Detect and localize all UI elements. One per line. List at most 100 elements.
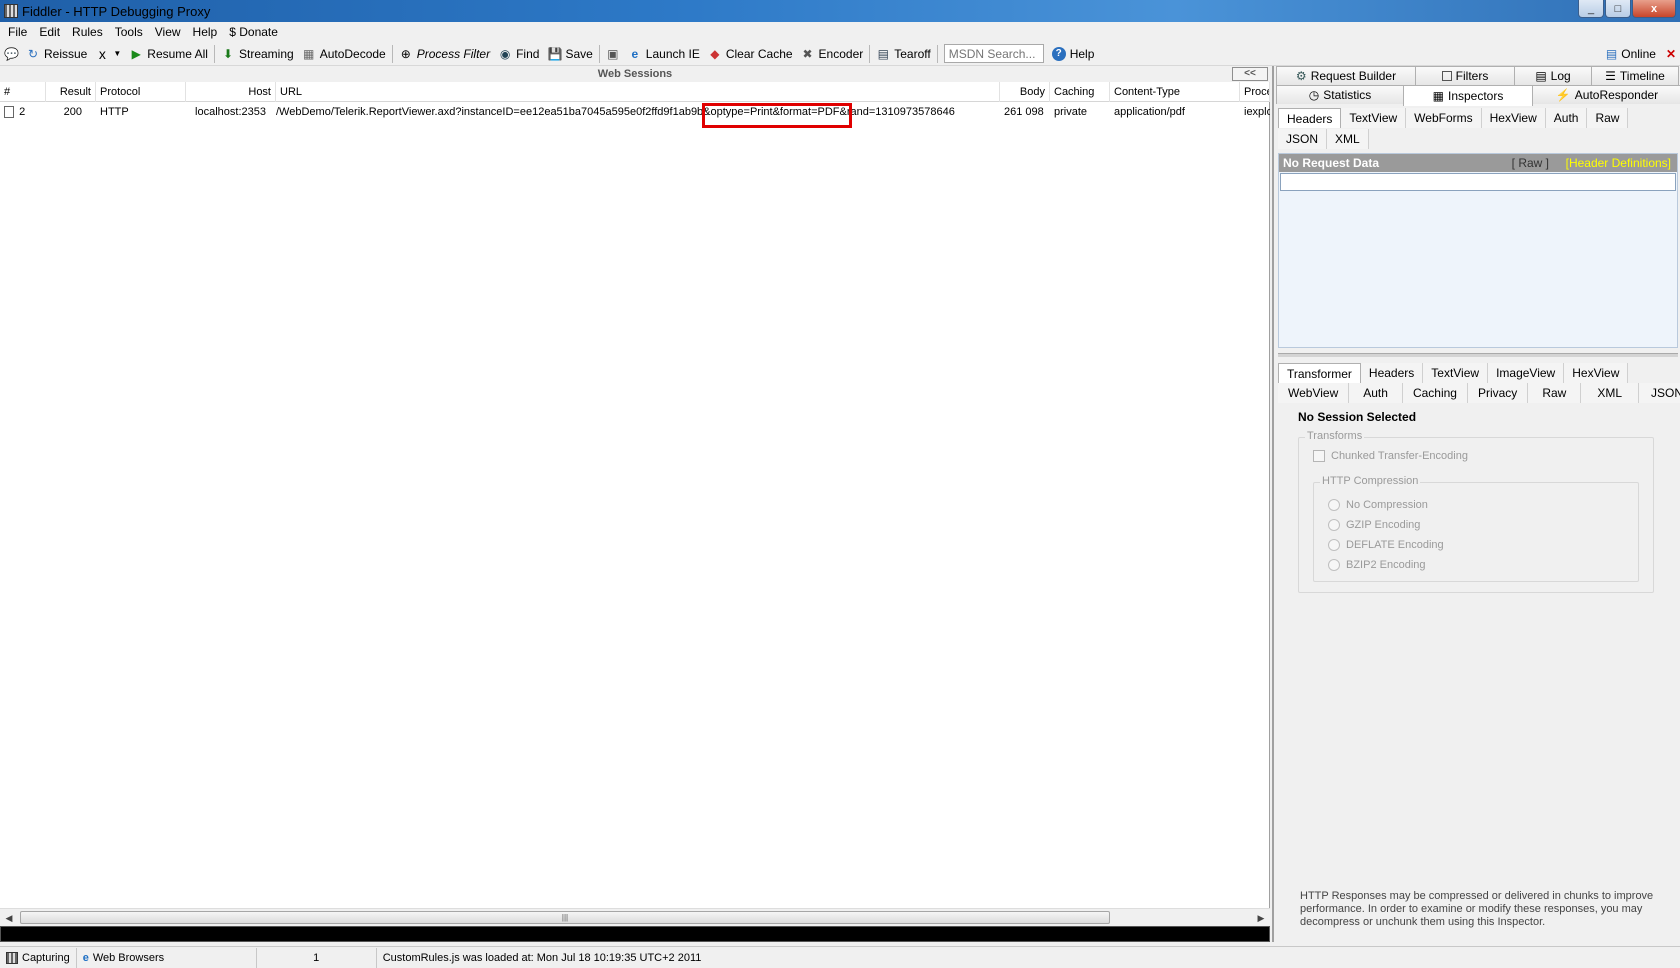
col-caching[interactable]: Caching (1050, 82, 1110, 102)
launch-ie-label: Launch IE (645, 46, 700, 61)
save-button[interactable]: 💾 Save (543, 43, 596, 65)
req-tab-raw[interactable]: Raw (1587, 108, 1629, 128)
req-tab-webforms[interactable]: WebForms (1406, 108, 1482, 128)
menu-edit[interactable]: Edit (33, 25, 66, 39)
col-url[interactable]: URL (276, 82, 1000, 102)
col-process[interactable]: Proce (1240, 82, 1270, 102)
help-button[interactable]: ? Help (1048, 43, 1099, 65)
radio-gzip[interactable]: GZIP Encoding (1328, 519, 1420, 531)
inspector-splitter[interactable] (1278, 353, 1678, 357)
quickexec-input[interactable] (0, 926, 1270, 942)
tab-timeline[interactable]: ☰ Timeline (1591, 66, 1679, 85)
maximize-button[interactable]: □ (1605, 0, 1631, 18)
resp-tab-json[interactable]: JSON (1639, 383, 1680, 403)
tab-filters[interactable]: Filters (1415, 66, 1515, 85)
encoder-button[interactable]: ✖ Encoder (797, 43, 868, 65)
resp-tab-privacy[interactable]: Privacy (1467, 383, 1529, 403)
process-filter-button[interactable]: ⊕ Process Filter (395, 43, 494, 65)
find-label: Find (516, 46, 540, 61)
menu-rules[interactable]: Rules (66, 25, 109, 39)
clear-cache-button[interactable]: ◆ Clear Cache (704, 43, 797, 65)
streaming-button[interactable]: ⬇ Streaming (217, 43, 298, 65)
req-tab-auth[interactable]: Auth (1545, 108, 1588, 128)
screenshot-button[interactable]: ▣ (602, 43, 624, 65)
scrollbar-thumb[interactable]: ||| (20, 911, 1110, 924)
req-tab-textview[interactable]: TextView (1341, 108, 1407, 128)
streaming-arrow-icon: ⬇ (222, 46, 234, 61)
col-protocol[interactable]: Protocol (96, 82, 186, 102)
response-tabs-row2: WebView Auth Caching Privacy Raw XML JSO… (1278, 383, 1680, 403)
tab-request-builder[interactable]: ⚙ Request Builder (1276, 66, 1416, 85)
resp-tab-transformer[interactable]: Transformer (1278, 363, 1361, 383)
tab-statistics[interactable]: ◷ Statistics (1276, 85, 1404, 104)
tab-log[interactable]: ▤ Log (1514, 66, 1592, 85)
remove-icon: x (98, 45, 106, 62)
crosshair-icon: ⊕ (400, 46, 411, 61)
radio-deflate[interactable]: DEFLATE Encoding (1328, 539, 1444, 551)
transforms-legend: Transforms (1305, 430, 1365, 442)
menu-view[interactable]: View (149, 25, 187, 39)
remove-button[interactable]: x ▼ (91, 43, 125, 65)
col-body[interactable]: Body (1000, 82, 1050, 102)
resp-tab-caching[interactable]: Caching (1402, 383, 1468, 403)
chunked-checkbox[interactable]: Chunked Transfer-Encoding (1313, 450, 1468, 462)
resp-tab-xml[interactable]: XML (1581, 383, 1640, 403)
eraser-icon: ◆ (710, 46, 720, 61)
close-online-icon[interactable]: ✕ (1666, 47, 1676, 61)
col-number[interactable]: # (0, 82, 46, 102)
req-tab-hexview[interactable]: HexView (1481, 108, 1546, 128)
resp-tab-raw[interactable]: Raw (1528, 383, 1582, 403)
resp-tab-imageview[interactable]: ImageView (1488, 363, 1565, 383)
web-sessions-header: Web Sessions << (0, 66, 1270, 82)
comment-button[interactable]: 💬 (0, 43, 22, 65)
resp-tab-auth[interactable]: Auth (1349, 383, 1403, 403)
resp-tab-webview[interactable]: WebView (1278, 383, 1350, 403)
radio-no-compression[interactable]: No Compression (1328, 499, 1428, 511)
menu-tools[interactable]: Tools (109, 25, 149, 39)
table-row[interactable]: 2 200 HTTP localhost:2353 /WebDemo/Teler… (0, 102, 1270, 122)
launch-ie-button[interactable]: e Launch IE (624, 43, 704, 65)
clear-cache-label: Clear Cache (725, 46, 793, 61)
close-button[interactable]: x (1632, 0, 1676, 18)
tab-autoresponder[interactable]: ⚡ AutoResponder (1532, 85, 1680, 104)
resp-tab-headers[interactable]: Headers (1360, 363, 1424, 383)
autodecode-icon: ▦ (303, 46, 315, 61)
horizontal-scrollbar[interactable]: ◀ ||| ▶ (0, 908, 1270, 926)
resp-tab-textview[interactable]: TextView (1423, 363, 1489, 383)
header-definitions-link[interactable]: [Header Definitions] (1566, 156, 1671, 170)
col-host[interactable]: Host (186, 82, 276, 102)
req-tab-headers[interactable]: Headers (1278, 108, 1342, 128)
tab-inspectors[interactable]: ▦ Inspectors (1403, 85, 1533, 106)
resume-all-button[interactable]: ▶ Resume All (125, 43, 212, 65)
capturing-indicator[interactable]: Capturing (0, 947, 77, 968)
request-tabs-row2: JSON XML (1278, 129, 1369, 149)
row-result: 200 (63, 106, 82, 118)
request-headers-input[interactable] (1280, 173, 1676, 191)
minimize-button[interactable]: _ (1578, 0, 1604, 18)
resp-tab-hexview[interactable]: HexView (1564, 363, 1629, 383)
process-filter-status[interactable]: e Web Browsers (77, 947, 257, 968)
toolbar-separator (936, 44, 938, 63)
find-button[interactable]: ◉ Find (494, 43, 543, 65)
col-content-type[interactable]: Content-Type (1110, 82, 1240, 102)
req-tab-json[interactable]: JSON (1278, 129, 1328, 149)
session-count: 1 (257, 947, 377, 968)
collapse-button[interactable]: << (1232, 67, 1268, 81)
online-status[interactable]: ▤ Online ✕ (1606, 42, 1676, 66)
scroll-left-icon[interactable]: ◀ (2, 911, 16, 925)
reissue-button[interactable]: ↻ Reissue (22, 43, 91, 65)
msdn-search-input[interactable] (943, 44, 1044, 63)
help-label: Help (1069, 46, 1095, 61)
compression-legend: HTTP Compression (1320, 475, 1421, 487)
radio-bzip2[interactable]: BZIP2 Encoding (1328, 559, 1426, 571)
autodecode-button[interactable]: ▦ AutoDecode (298, 43, 390, 65)
req-tab-xml[interactable]: XML (1327, 129, 1369, 149)
raw-link[interactable]: [ Raw ] (1512, 156, 1549, 170)
tearoff-button[interactable]: ▤ Tearoff (872, 43, 934, 65)
menu-file[interactable]: File (2, 25, 33, 39)
request-headers-bar: No Request Data [ Raw ] [Header Definiti… (1279, 154, 1677, 172)
menu-help[interactable]: Help (187, 25, 224, 39)
menu-donate[interactable]: $ Donate (223, 25, 284, 39)
scroll-right-icon[interactable]: ▶ (1254, 911, 1268, 925)
col-result[interactable]: Result (46, 82, 96, 102)
